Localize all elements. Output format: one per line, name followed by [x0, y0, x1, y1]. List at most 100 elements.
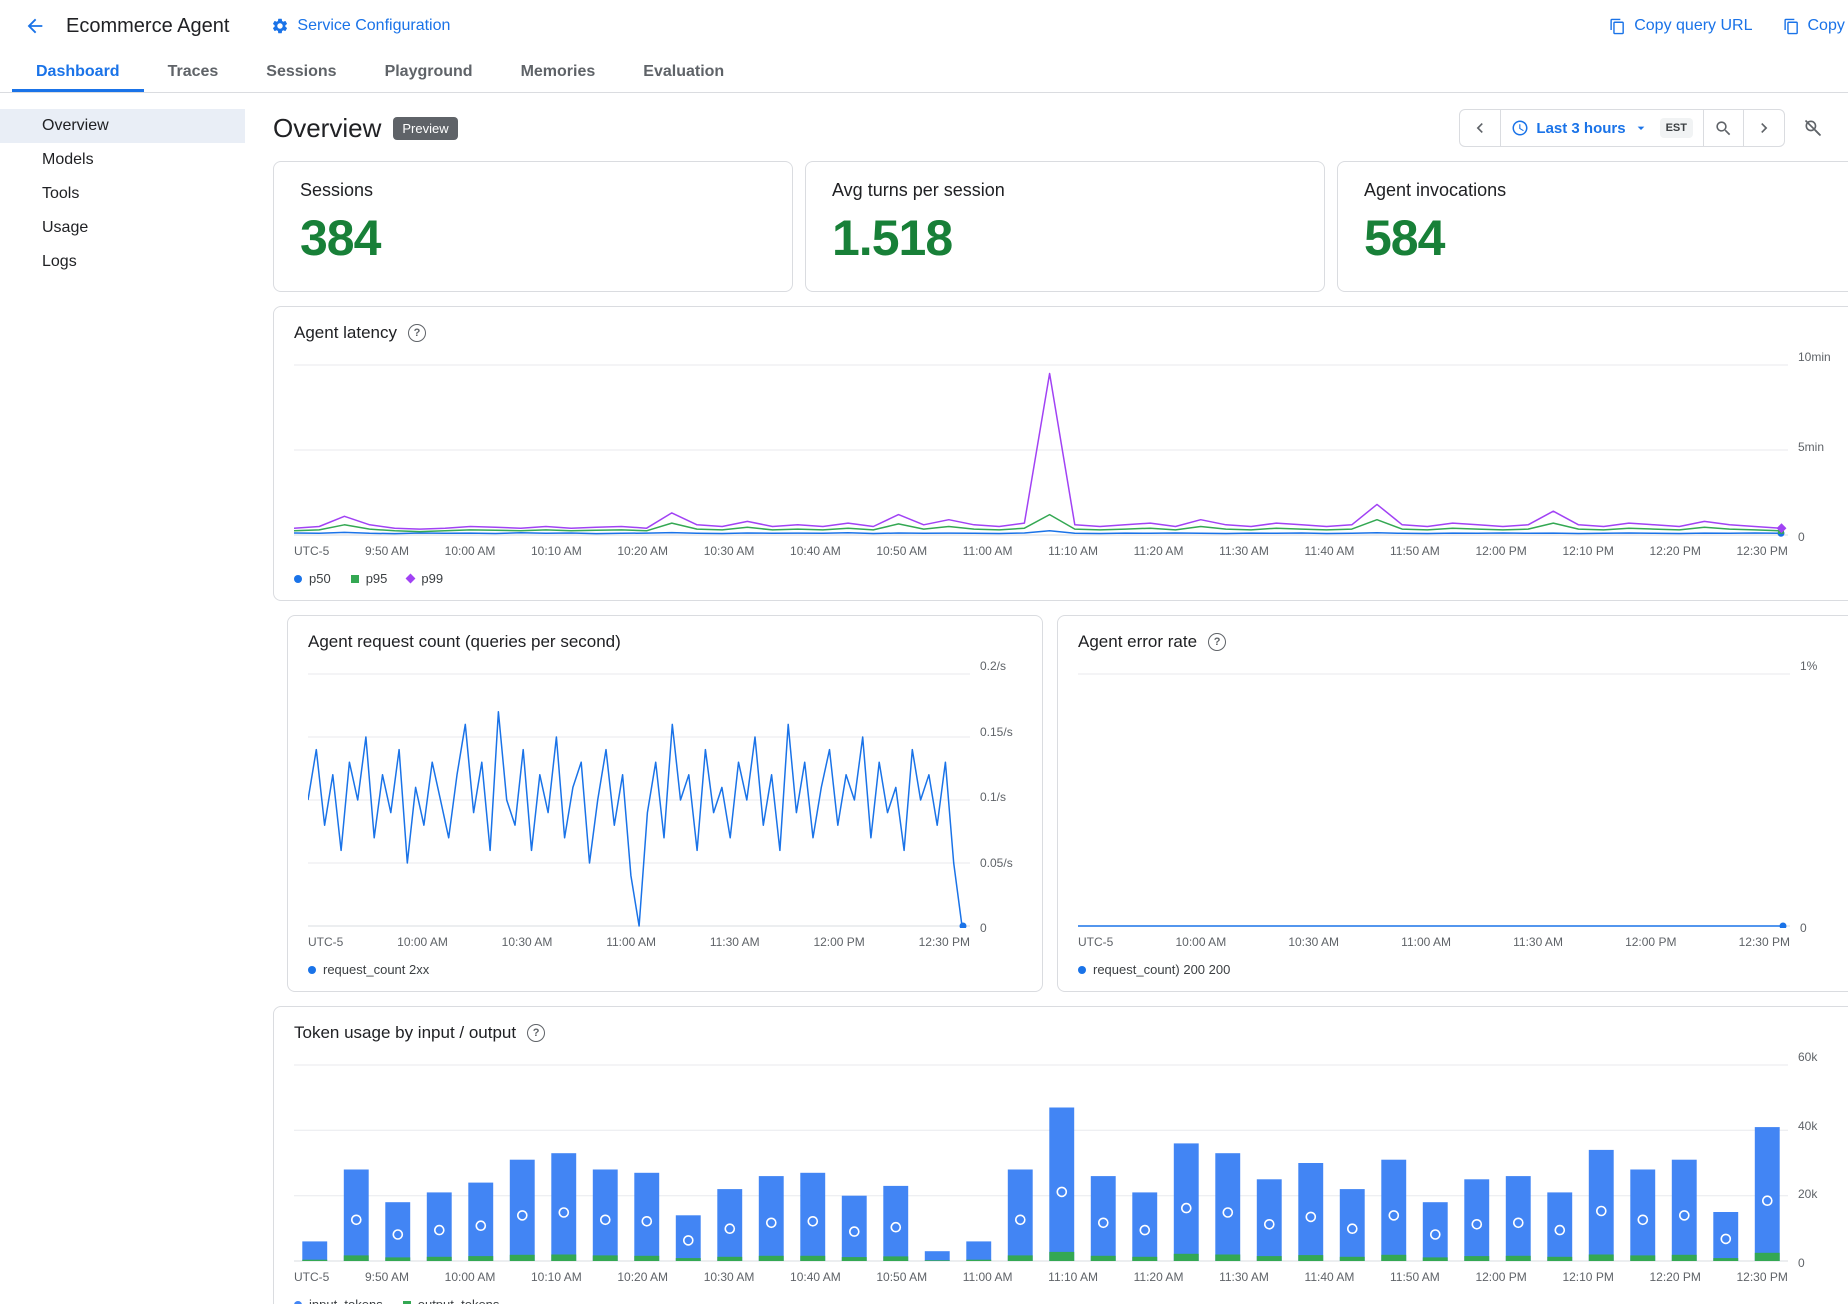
y-axis-label: 5min — [1798, 440, 1824, 454]
token-usage-legend: input_tokensoutput_tokens — [294, 1297, 1840, 1304]
stat-label: Agent invocations — [1364, 180, 1830, 201]
tab-traces[interactable]: Traces — [144, 52, 243, 92]
x-axis-label: 10:50 AM — [876, 544, 927, 558]
sidebar-item-tools[interactable]: Tools — [0, 177, 245, 211]
arrow-left-icon — [24, 15, 46, 37]
help-icon[interactable]: ? — [408, 324, 426, 342]
request-count-x-axis: UTC-510:00 AM10:30 AM11:00 AM11:30 AM12:… — [308, 935, 1022, 949]
x-axis-label: 11:10 AM — [1048, 1270, 1098, 1284]
tab-evaluation[interactable]: Evaluation — [619, 52, 748, 92]
sidebar-item-logs[interactable]: Logs — [0, 245, 245, 279]
back-button[interactable] — [18, 9, 52, 43]
error-rate-legend: request_count) 200 200 — [1078, 962, 1842, 977]
stat-card-invocations: Agent invocations 584 — [1337, 161, 1848, 292]
request-count-legend: request_count 2xx — [308, 962, 1022, 977]
x-axis-label: 10:20 AM — [617, 544, 668, 558]
sidebar-item-usage[interactable]: Usage — [0, 211, 245, 245]
x-axis-label: 12:30 PM — [919, 935, 970, 949]
legend-item: p99 — [407, 571, 443, 586]
x-axis-label: 9:50 AM — [365, 1270, 409, 1284]
y-axis-label: 0 — [1800, 921, 1807, 935]
stat-label: Avg turns per session — [832, 180, 1298, 201]
error-rate-x-axis: UTC-510:00 AM10:30 AM11:00 AM11:30 AM12:… — [1078, 935, 1842, 949]
x-axis-label: UTC-5 — [294, 544, 329, 558]
x-axis-label: 11:30 AM — [1513, 935, 1563, 949]
zoom-in-button[interactable] — [1703, 110, 1743, 146]
token-usage-x-axis: UTC-59:50 AM10:00 AM10:10 AM10:20 AM10:3… — [294, 1270, 1840, 1284]
copy-identity-button[interactable]: Copy identity — [1783, 17, 1848, 35]
tab-bar: Dashboard Traces Sessions Playground Mem… — [0, 52, 1848, 93]
x-axis-label: 12:20 PM — [1649, 1270, 1700, 1284]
x-axis-label: 10:30 AM — [704, 544, 755, 558]
latency-y-axis: 10min5min0 — [1788, 357, 1840, 537]
x-axis-label: 10:00 AM — [445, 1270, 496, 1284]
chevron-down-icon — [1633, 120, 1649, 136]
latency-x-axis: UTC-59:50 AM10:00 AM10:10 AM10:20 AM10:3… — [294, 544, 1840, 558]
y-axis-label: 1% — [1800, 659, 1817, 673]
time-forward-button[interactable] — [1743, 110, 1784, 146]
x-axis-label: 11:20 AM — [1134, 544, 1184, 558]
x-axis-label: 12:00 PM — [1475, 1270, 1526, 1284]
x-axis-label: 10:20 AM — [617, 1270, 668, 1284]
x-axis-label: 10:50 AM — [876, 1270, 927, 1284]
x-axis-label: 10:40 AM — [790, 1270, 841, 1284]
x-axis-label: 11:50 AM — [1390, 1270, 1440, 1284]
time-range-selector[interactable]: Last 3 hours EST — [1500, 110, 1703, 146]
chart-title: Token usage by input / output — [294, 1023, 516, 1043]
x-axis-label: 11:00 AM — [963, 544, 1013, 558]
help-icon[interactable]: ? — [1208, 633, 1226, 651]
x-axis-label: 11:00 AM — [963, 1270, 1013, 1284]
error-rate-plot — [1078, 666, 1790, 928]
tab-sessions[interactable]: Sessions — [242, 52, 360, 92]
x-axis-label: 11:30 AM — [710, 935, 760, 949]
request-count-y-axis: 0.2/s0.15/s0.1/s0.05/s0 — [970, 666, 1022, 928]
help-icon[interactable]: ? — [527, 1024, 545, 1042]
tab-dashboard[interactable]: Dashboard — [12, 52, 144, 92]
x-axis-label: 11:50 AM — [1390, 544, 1440, 558]
stat-value: 584 — [1364, 209, 1830, 267]
x-axis-label: 12:30 PM — [1736, 1270, 1787, 1284]
chevron-left-icon — [1470, 118, 1490, 138]
y-axis-label: 0 — [1798, 1256, 1805, 1270]
x-axis-label: 12:30 PM — [1736, 544, 1787, 558]
page-title: Ecommerce Agent — [66, 15, 229, 38]
stat-value: 384 — [300, 209, 766, 267]
zoom-reset-button[interactable] — [1797, 112, 1829, 144]
gear-icon — [271, 17, 289, 35]
time-toolbar: Last 3 hours EST — [1459, 109, 1829, 147]
y-axis-label: 10min — [1798, 350, 1831, 364]
x-axis-label: 11:00 AM — [606, 935, 656, 949]
time-range-label: Last 3 hours — [1536, 120, 1625, 137]
copy-query-url-button[interactable]: Copy query URL — [1609, 17, 1752, 35]
sidebar-item-overview[interactable]: Overview — [0, 109, 245, 143]
x-axis-label: 12:00 PM — [1625, 935, 1676, 949]
preview-badge: Preview — [393, 117, 457, 140]
x-axis-label: 11:00 AM — [1401, 935, 1451, 949]
copy-icon — [1609, 18, 1626, 35]
x-axis-label: 10:00 AM — [397, 935, 448, 949]
tab-playground[interactable]: Playground — [361, 52, 497, 92]
clock-icon — [1511, 119, 1529, 137]
error-rate-y-axis: 1%0 — [1790, 666, 1842, 928]
time-back-button[interactable] — [1460, 110, 1500, 146]
top-bar: Ecommerce Agent Service Configuration Co… — [0, 0, 1848, 52]
chevron-right-icon — [1754, 118, 1774, 138]
x-axis-label: UTC-5 — [1078, 935, 1113, 949]
x-axis-label: 11:30 AM — [1219, 1270, 1269, 1284]
y-axis-label: 0.2/s — [980, 659, 1006, 673]
x-axis-label: UTC-5 — [308, 935, 343, 949]
y-axis-label: 0.15/s — [980, 725, 1013, 739]
latency-plot — [294, 357, 1788, 537]
x-axis-label: 12:10 PM — [1562, 544, 1613, 558]
token-usage-y-axis: 60k40k20k0 — [1788, 1057, 1840, 1263]
x-axis-label: 10:00 AM — [445, 544, 496, 558]
y-axis-label: 0.1/s — [980, 790, 1006, 804]
sidebar-item-models[interactable]: Models — [0, 143, 245, 177]
service-configuration-link[interactable]: Service Configuration — [271, 17, 450, 35]
token-usage-card: Token usage by input / output ? 60k40k20… — [273, 1006, 1848, 1304]
service-configuration-label: Service Configuration — [297, 17, 450, 35]
chart-title: Agent request count (queries per second) — [308, 632, 621, 652]
y-axis-label: 60k — [1798, 1050, 1817, 1064]
tab-memories[interactable]: Memories — [497, 52, 620, 92]
overview-title: Overview — [273, 113, 381, 144]
